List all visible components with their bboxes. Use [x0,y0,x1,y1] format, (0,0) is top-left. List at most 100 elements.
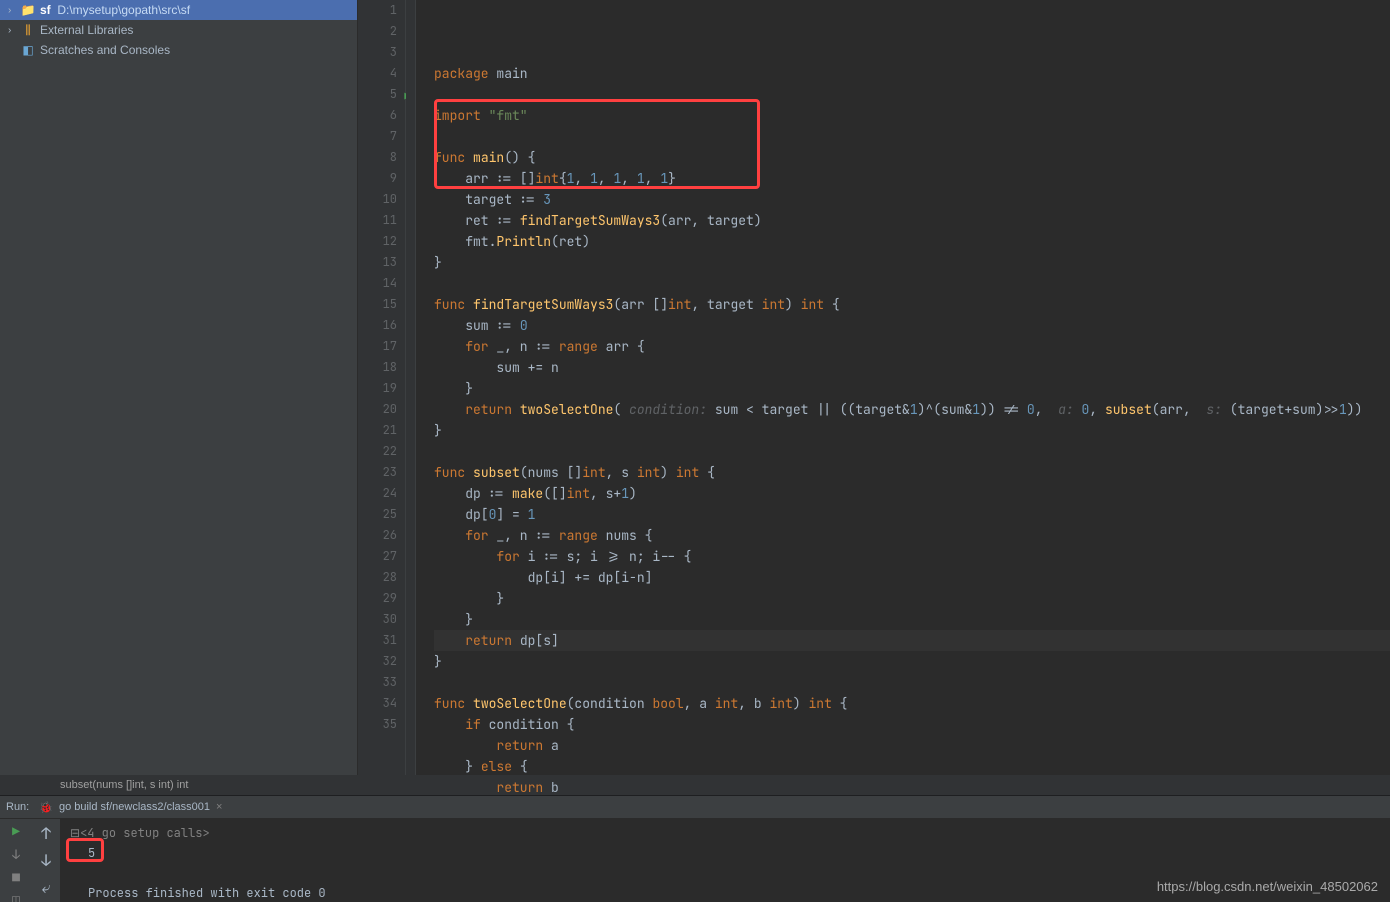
code-line[interactable]: } else { [434,756,1390,777]
tree-item-root[interactable]: › 📁 sf D:\mysetup\gopath\src\sf [0,0,357,20]
code-line[interactable]: return dp[s] [434,630,1390,651]
code-line[interactable]: dp[i] += dp[i-n] [434,567,1390,588]
breadcrumb-text: subset(nums []int, s int) int [60,779,188,791]
code-line[interactable]: if condition { [434,714,1390,735]
code-line[interactable]: } [434,609,1390,630]
code-line[interactable]: arr := []int{1, 1, 1, 1, 1} [434,168,1390,189]
code-line[interactable]: func findTargetSumWays3(arr []int, targe… [434,294,1390,315]
chevron-right-icon: › [8,5,20,16]
project-tree[interactable]: › 📁 sf D:\mysetup\gopath\src\sf › ⫼ Exte… [0,0,358,775]
down-icon[interactable]: ↓ [41,850,51,871]
line-number: 3 [358,42,397,63]
code-line[interactable]: func twoSelectOne(condition bool, a int,… [434,693,1390,714]
beetle-icon: 🐞 [39,801,53,814]
code-line[interactable] [434,273,1390,294]
line-number: 12 [358,231,397,252]
run-toolbar-right: ↑ ↓ ⤶ ⇥ [32,819,60,902]
tree-root-path: D:\mysetup\gopath\src\sf [57,3,190,17]
code-line[interactable] [434,84,1390,105]
code-line[interactable]: for _, n := range arr { [434,336,1390,357]
code-line[interactable] [434,441,1390,462]
line-number: 35 [358,714,397,735]
line-number: 24 [358,483,397,504]
line-number: 25 [358,504,397,525]
code-line[interactable]: } [434,420,1390,441]
run-icon[interactable]: ▶ [12,823,20,840]
run-header: Run: 🐞 go build sf/newclass2/class001 × [0,796,1390,819]
output-value: 5 [88,845,95,861]
line-number: 31 [358,630,397,651]
run-toolbar-left: ▶ ↓ ■ ◫ 📌 [0,819,32,902]
code-line[interactable]: return a [434,735,1390,756]
code-line[interactable]: package main [434,63,1390,84]
line-number: 26 [358,525,397,546]
close-icon[interactable]: × [216,801,222,813]
code-line[interactable]: target := 3 [434,189,1390,210]
scratch-icon: ◧ [20,43,36,57]
code-line[interactable]: dp[0] = 1 [434,504,1390,525]
code-line[interactable]: for i := s; i >= n; i-- { [434,546,1390,567]
layout-icon[interactable]: ◫ [12,892,20,902]
code-line[interactable]: sum := 0 [434,315,1390,336]
stop-icon[interactable]: ■ [12,869,20,886]
wrap-icon[interactable]: ⤶ [42,877,51,898]
tree-item-ext-libs[interactable]: › ⫼ External Libraries [0,20,357,40]
arrow-down-icon[interactable]: ↓ [12,846,20,863]
code-line[interactable]: } [434,378,1390,399]
line-number: 22 [358,441,397,462]
output-setup: <4 go setup calls> [80,825,210,841]
code-line[interactable]: return b [434,777,1390,798]
tree-item-scratches[interactable]: ◧ Scratches and Consoles [0,40,357,60]
line-number: 34 [358,693,397,714]
run-tab[interactable]: 🐞 go build sf/newclass2/class001 × [29,798,232,817]
code-line[interactable]: fmt.Println(ret) [434,231,1390,252]
line-number: 7 [358,126,397,147]
line-number: 14 [358,273,397,294]
code-line[interactable]: for _, n := range nums { [434,525,1390,546]
run-label: Run: [6,801,29,813]
code-line[interactable] [434,126,1390,147]
line-number: 32 [358,651,397,672]
code-area[interactable]: package main import "fmt" func main() { ar… [416,0,1390,775]
line-number: 21 [358,420,397,441]
code-line[interactable]: } [434,588,1390,609]
code-line[interactable]: import "fmt" [434,105,1390,126]
chevron-right-icon: › [8,25,20,36]
line-number: 23 [358,462,397,483]
code-line[interactable]: dp := make([]int, s+1) [434,483,1390,504]
line-number: 16 [358,315,397,336]
code-line[interactable]: return twoSelectOne( condition: sum < ta… [434,399,1390,420]
code-line[interactable]: } [434,651,1390,672]
code-line[interactable]: func main() { [434,147,1390,168]
code-line[interactable] [434,672,1390,693]
up-icon[interactable]: ↑ [41,823,51,844]
tree-label: External Libraries [40,23,133,37]
line-number: 28 [358,567,397,588]
editor[interactable]: 12345▶6789101112131415161718192021222324… [358,0,1390,775]
line-number: 18 [358,357,397,378]
line-number: 33 [358,672,397,693]
line-number: 2 [358,21,397,42]
code-line[interactable]: } [434,252,1390,273]
run-tab-label: go build sf/newclass2/class001 [59,801,210,813]
library-icon: ⫼ [20,23,36,38]
line-number: 15 [358,294,397,315]
line-number: 8 [358,147,397,168]
tree-label: Scratches and Consoles [40,43,170,57]
fold-icon[interactable]: ⊟ [70,825,80,841]
line-number: 11 [358,210,397,231]
highlight-box-output [66,838,104,862]
line-number: 9 [358,168,397,189]
tree-root-name: sf [40,3,51,17]
line-number: 19 [358,378,397,399]
line-number: 29 [358,588,397,609]
main-area: › 📁 sf D:\mysetup\gopath\src\sf › ⫼ Exte… [0,0,1390,775]
folder-icon: 📁 [20,3,36,17]
line-number: 10 [358,189,397,210]
code-line[interactable]: ret := findTargetSumWays3(arr, target) [434,210,1390,231]
line-number: 27 [358,546,397,567]
line-number: 5▶ [358,84,397,105]
code-line[interactable]: func subset(nums []int, s int) int { [434,462,1390,483]
code-line[interactable]: sum += n [434,357,1390,378]
line-number: 1 [358,0,397,21]
